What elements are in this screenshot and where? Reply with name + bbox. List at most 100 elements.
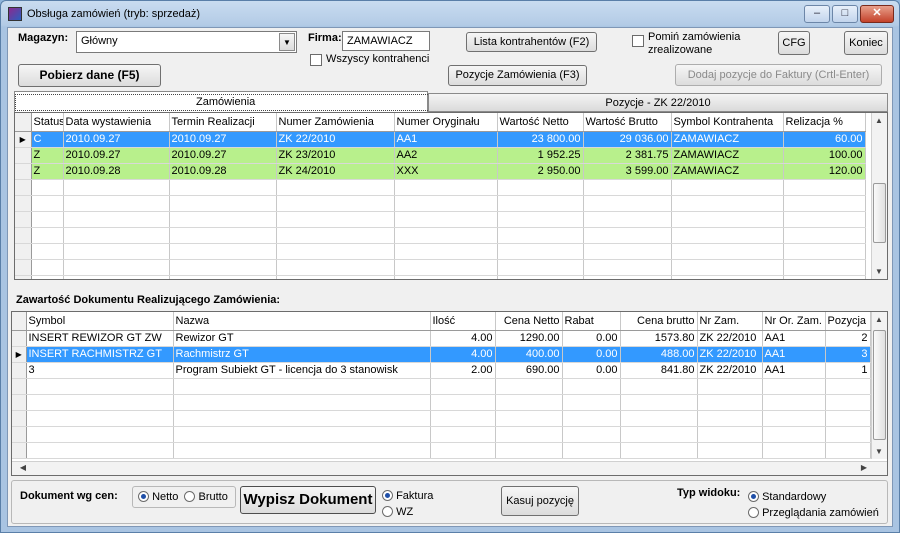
orders-vertical-scrollbar[interactable]: ▲ ▼ (871, 113, 887, 279)
magazyn-select[interactable]: Główny ▼ (76, 31, 297, 53)
pomin-checkbox[interactable] (632, 35, 644, 47)
table-row[interactable]: ▶ INSERT RACHMISTRZ GT Rachmistrz GT 4.00 40… (12, 346, 871, 363)
scroll-up-icon[interactable]: ▲ (872, 116, 886, 125)
scroll-thumb[interactable] (873, 183, 886, 243)
table-cell[interactable]: ZK 22/2010 (276, 131, 395, 148)
wypisz-dokument-button[interactable]: Wypisz Dokument (240, 486, 376, 514)
table-cell[interactable]: AA1 (762, 330, 826, 347)
table-row[interactable]: INSERT REWIZOR GT ZW Rewizor GT 4.00 1290.0… (12, 330, 871, 347)
table-cell[interactable]: XXX (394, 163, 498, 180)
table-cell[interactable]: C (31, 131, 64, 148)
table-cell[interactable]: AA1 (762, 362, 826, 379)
scroll-right-icon[interactable]: ▶ (857, 463, 871, 472)
table-cell[interactable]: 29 036.00 (583, 131, 672, 148)
pozycje-zamowienia-button[interactable]: Pozycje Zamówienia (F3) (448, 65, 587, 86)
table-cell[interactable]: 23 800.00 (497, 131, 584, 148)
column-header[interactable]: Termin Realizacji (169, 113, 277, 132)
table-cell[interactable]: AA1 (762, 346, 826, 363)
dodaj-pozycje-button[interactable]: Dodaj pozycje do Faktury (Crtl-Enter) (675, 64, 882, 86)
faktura-radio[interactable] (382, 490, 393, 501)
column-header[interactable]: Symbol (26, 312, 174, 331)
table-cell[interactable]: 2.00 (430, 362, 496, 379)
table-row[interactable]: Z 2010.09.28 2010.09.28 ZK 24/2010 XXX 2 950.… (15, 163, 866, 180)
cfg-button[interactable]: CFG (778, 31, 810, 55)
table-cell[interactable]: 2010.09.28 (63, 163, 170, 180)
table-row[interactable]: 3 Program Subiekt GT - licencja do 3 stan… (12, 362, 871, 379)
table-cell[interactable]: ZK 23/2010 (276, 147, 395, 164)
scroll-thumb[interactable] (873, 330, 886, 440)
pobierz-dane-button[interactable]: Pobierz dane (F5) (18, 64, 161, 87)
column-header[interactable]: Status (31, 113, 64, 132)
table-cell[interactable]: ZAMAWIACZ (671, 147, 784, 164)
table-cell[interactable]: 2010.09.27 (63, 147, 170, 164)
table-cell[interactable]: Rachmistrz GT (173, 346, 431, 363)
table-cell[interactable]: 2 381.75 (583, 147, 672, 164)
items-vertical-scrollbar[interactable]: ▲ ▼ (871, 312, 887, 459)
table-cell[interactable]: 2 950.00 (497, 163, 584, 180)
column-header[interactable]: Data wystawienia (63, 113, 170, 132)
table-cell[interactable]: Z (31, 147, 64, 164)
koniec-button[interactable]: Koniec (844, 31, 888, 55)
table-cell[interactable]: Program Subiekt GT - licencja do 3 stano… (173, 362, 431, 379)
table-cell[interactable]: 0.00 (562, 330, 621, 347)
table-cell[interactable]: 120.00 (783, 163, 866, 180)
table-cell[interactable]: 488.00 (620, 346, 698, 363)
table-cell[interactable]: 1573.80 (620, 330, 698, 347)
table-cell[interactable]: 0.00 (562, 362, 621, 379)
column-header[interactable]: Wartość Brutto (583, 113, 672, 132)
table-cell[interactable]: 3 (26, 362, 174, 379)
maximize-button[interactable]: □ (832, 5, 858, 23)
close-button[interactable]: ✕ (860, 5, 894, 23)
column-header[interactable]: Nr Zam. (697, 312, 763, 331)
column-header[interactable]: Relizacja % (783, 113, 866, 132)
table-cell[interactable]: ZAMAWIACZ (671, 131, 784, 148)
table-cell[interactable]: Z (31, 163, 64, 180)
table-cell[interactable]: 3 (825, 346, 871, 363)
table-cell[interactable]: 4.00 (430, 346, 496, 363)
table-cell[interactable]: INSERT RACHMISTRZ GT (26, 346, 174, 363)
table-cell[interactable]: 1 (825, 362, 871, 379)
table-cell[interactable]: 100.00 (783, 147, 866, 164)
table-cell[interactable]: 1 952.25 (497, 147, 584, 164)
table-cell[interactable]: 2010.09.27 (63, 131, 170, 148)
table-cell[interactable]: ZK 22/2010 (697, 346, 763, 363)
column-header[interactable]: Pozycja (825, 312, 871, 331)
column-header[interactable]: Numer Zamówienia (276, 113, 395, 132)
kasuj-pozycje-button[interactable]: Kasuj pozycję (501, 486, 579, 516)
table-cell[interactable]: 3 599.00 (583, 163, 672, 180)
scroll-down-icon[interactable]: ▼ (872, 267, 886, 276)
wz-radio[interactable] (382, 506, 393, 517)
column-header[interactable]: Ilość (430, 312, 496, 331)
scroll-down-icon[interactable]: ▼ (872, 447, 886, 456)
table-cell[interactable]: ZK 22/2010 (697, 362, 763, 379)
standardowy-radio[interactable] (748, 491, 759, 502)
wszyscy-checkbox[interactable] (310, 54, 322, 66)
column-header[interactable]: Wartość Netto (497, 113, 584, 132)
column-header[interactable]: Cena Netto (495, 312, 563, 331)
table-cell[interactable]: ZK 22/2010 (697, 330, 763, 347)
table-cell[interactable]: 4.00 (430, 330, 496, 347)
table-cell[interactable]: 2010.09.27 (169, 131, 277, 148)
column-header[interactable]: Rabat (562, 312, 621, 331)
scroll-left-icon[interactable]: ◀ (16, 463, 30, 472)
table-cell[interactable]: 1290.00 (495, 330, 563, 347)
firma-input[interactable]: ZAMAWIACZ (342, 31, 430, 51)
table-cell[interactable]: INSERT REWIZOR GT ZW (26, 330, 174, 347)
column-header[interactable]: Numer Oryginału (394, 113, 498, 132)
minimize-button[interactable]: – (804, 5, 830, 23)
table-cell[interactable]: 60.00 (783, 131, 866, 148)
table-row[interactable]: Z 2010.09.27 2010.09.27 ZK 23/2010 AA2 1 952.… (15, 147, 866, 164)
chevron-down-icon[interactable]: ▼ (279, 33, 295, 51)
table-cell[interactable]: AA2 (394, 147, 498, 164)
table-row[interactable]: ▶ C 2010.09.27 2010.09.27 ZK 22/2010 AA1 23 80… (15, 131, 866, 148)
tab-zamowienia[interactable]: Zamówienia (14, 91, 437, 112)
table-cell[interactable]: 690.00 (495, 362, 563, 379)
column-header[interactable]: Nazwa (173, 312, 431, 331)
table-cell[interactable]: 841.80 (620, 362, 698, 379)
przegladania-radio[interactable] (748, 507, 759, 518)
items-horizontal-scrollbar[interactable]: ◀ ▶ (12, 461, 887, 475)
table-cell[interactable]: 0.00 (562, 346, 621, 363)
table-cell[interactable]: ZK 24/2010 (276, 163, 395, 180)
column-header[interactable]: Cena brutto (620, 312, 698, 331)
table-cell[interactable]: 2010.09.28 (169, 163, 277, 180)
